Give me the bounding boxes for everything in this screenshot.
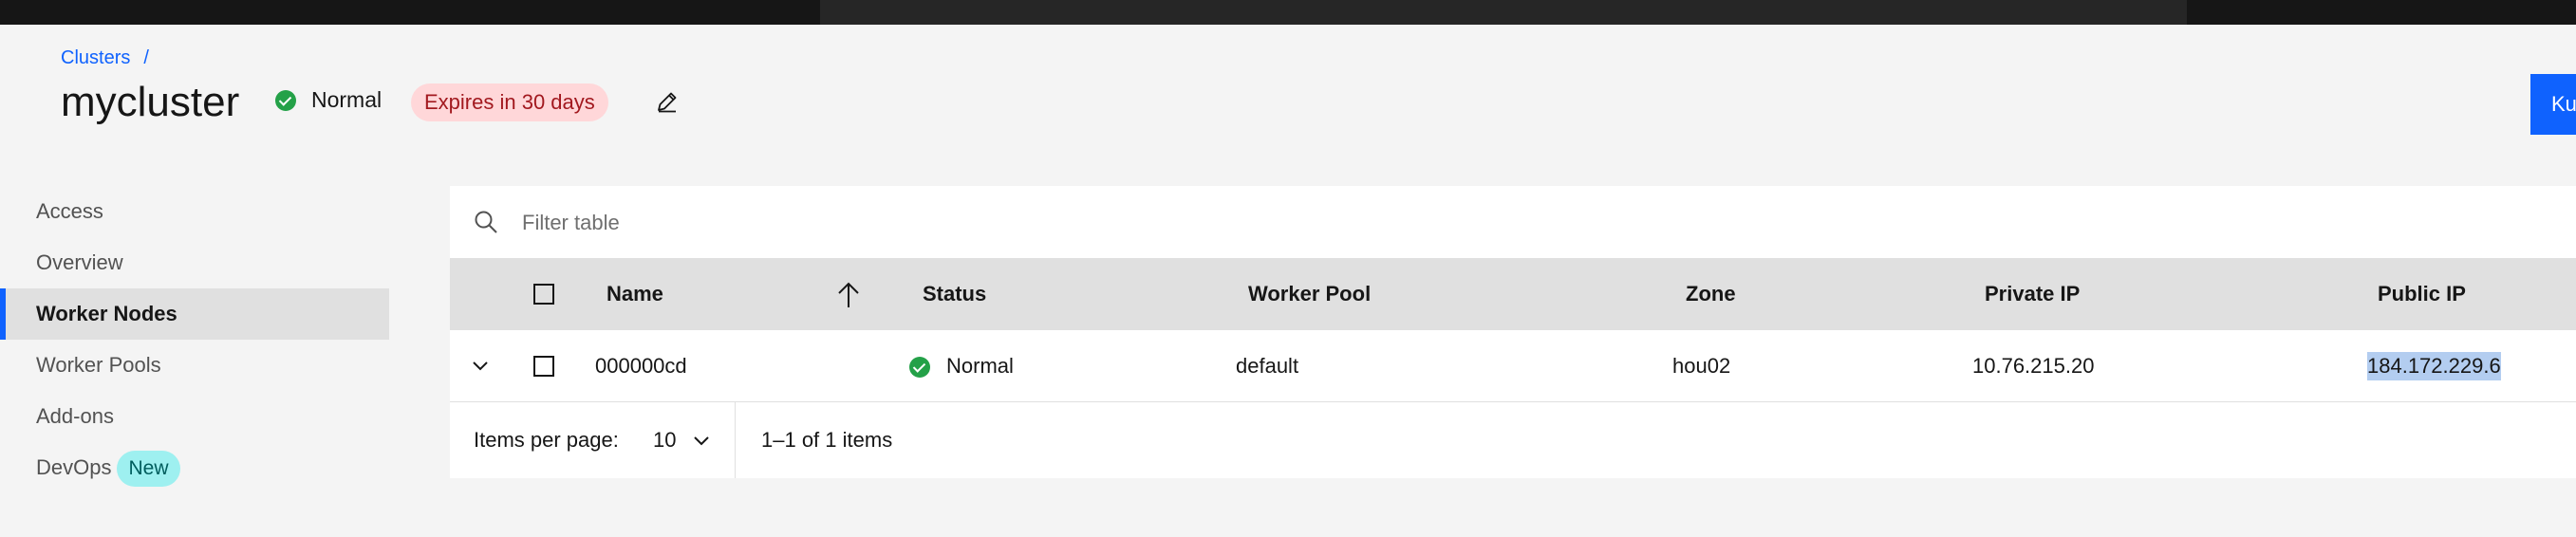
new-tag: New (117, 451, 180, 488)
column-header-zone[interactable]: Zone (1686, 258, 1736, 330)
pagination-divider (735, 402, 736, 478)
page-title: mycluster (61, 79, 240, 125)
table-header-row: Name Status Worker Pool Zone Private IP … (450, 258, 2576, 330)
select-all-checkbox[interactable] (533, 284, 554, 305)
cluster-status-text: Normal (311, 87, 383, 112)
sidebar-item-overview[interactable]: Overview (0, 237, 389, 288)
sidebar-item-label: Access (36, 199, 103, 223)
expires-tag: Expires in 30 days (411, 83, 608, 121)
column-header-status[interactable]: Status (923, 258, 986, 330)
items-per-page-select[interactable]: 10 (653, 402, 676, 478)
items-per-page-label: Items per page: (474, 428, 619, 452)
sidebar-nav: Access Overview Worker Nodes Worker Pool… (0, 186, 389, 493)
sidebar-item-add-ons[interactable]: Add-ons (0, 391, 389, 442)
column-header-private-ip[interactable]: Private IP (1985, 258, 2080, 330)
column-header-worker-pool[interactable]: Worker Pool (1248, 258, 1371, 330)
pagination: Items per page: 10 1–1 of 1 items (450, 402, 2576, 478)
checkmark-filled-icon (909, 357, 930, 378)
sidebar-item-label: Worker Pools (36, 353, 161, 377)
top-header-bar (0, 0, 2576, 25)
sidebar-item-label: Add-ons (36, 404, 114, 428)
sidebar-item-worker-nodes[interactable]: Worker Nodes (0, 288, 389, 340)
sidebar-item-access[interactable]: Access (0, 186, 389, 237)
worker-nodes-table: Name Status Worker Pool Zone Private IP … (450, 186, 2576, 478)
arrow-up-icon[interactable] (835, 281, 862, 309)
pagination-range: 1–1 of 1 items (761, 428, 893, 452)
chevron-down-icon[interactable] (469, 355, 492, 378)
chevron-down-icon[interactable] (691, 431, 712, 452)
sidebar-item-devops[interactable]: DevOps New (0, 442, 389, 493)
breadcrumb-clusters-link[interactable]: Clusters (61, 47, 130, 68)
cell-status: Normal (946, 354, 1014, 378)
sidebar-item-label: Overview (36, 250, 123, 274)
cell-worker-pool: default (1236, 354, 1299, 378)
cluster-status: Normal (275, 87, 382, 113)
cell-public-ip: 184.172.229.6 (2367, 352, 2501, 380)
column-header-name[interactable]: Name (607, 258, 663, 330)
table-row: 000000cd Normal default hou02 10.76.215.… (450, 330, 2576, 402)
cell-name: 000000cd (595, 354, 687, 378)
cell-zone: hou02 (1672, 354, 1731, 378)
kubernetes-dashboard-button[interactable]: Ku (2530, 74, 2576, 135)
edit-pencil-icon[interactable] (655, 89, 680, 114)
table-toolbar (450, 186, 2576, 258)
checkmark-filled-icon (275, 89, 296, 111)
breadcrumb: Clusters / (61, 47, 149, 69)
sidebar-item-label: Worker Nodes (36, 302, 177, 325)
filter-table-input[interactable] (520, 205, 1283, 241)
sidebar-item-worker-pools[interactable]: Worker Pools (0, 340, 389, 391)
column-header-public-ip[interactable]: Public IP (2378, 258, 2466, 330)
sidebar-item-label: DevOps (36, 455, 112, 479)
top-header-center-region (820, 0, 2187, 25)
row-select-checkbox[interactable] (533, 356, 554, 377)
breadcrumb-separator: / (143, 47, 149, 68)
cell-private-ip: 10.76.215.20 (1972, 354, 2095, 378)
search-icon (475, 211, 497, 233)
